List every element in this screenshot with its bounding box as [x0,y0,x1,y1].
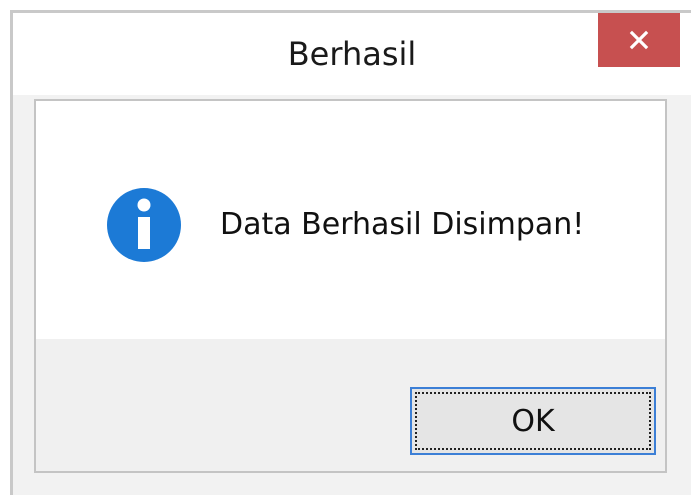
close-button[interactable] [598,13,680,67]
dialog-title: Berhasil [287,35,417,73]
info-icon [107,188,181,262]
close-icon [629,30,649,50]
dialog-body: Data Berhasil Disimpan! OK [34,99,667,473]
title-bar[interactable]: Berhasil [13,13,691,95]
message-text: Data Berhasil Disimpan! [220,207,585,242]
ok-button-label: OK [415,392,651,450]
message-area: Data Berhasil Disimpan! [36,101,665,339]
message-dialog: Berhasil Data Berhasil Disimpan! OK [10,10,691,495]
ok-button[interactable]: OK [410,387,656,455]
